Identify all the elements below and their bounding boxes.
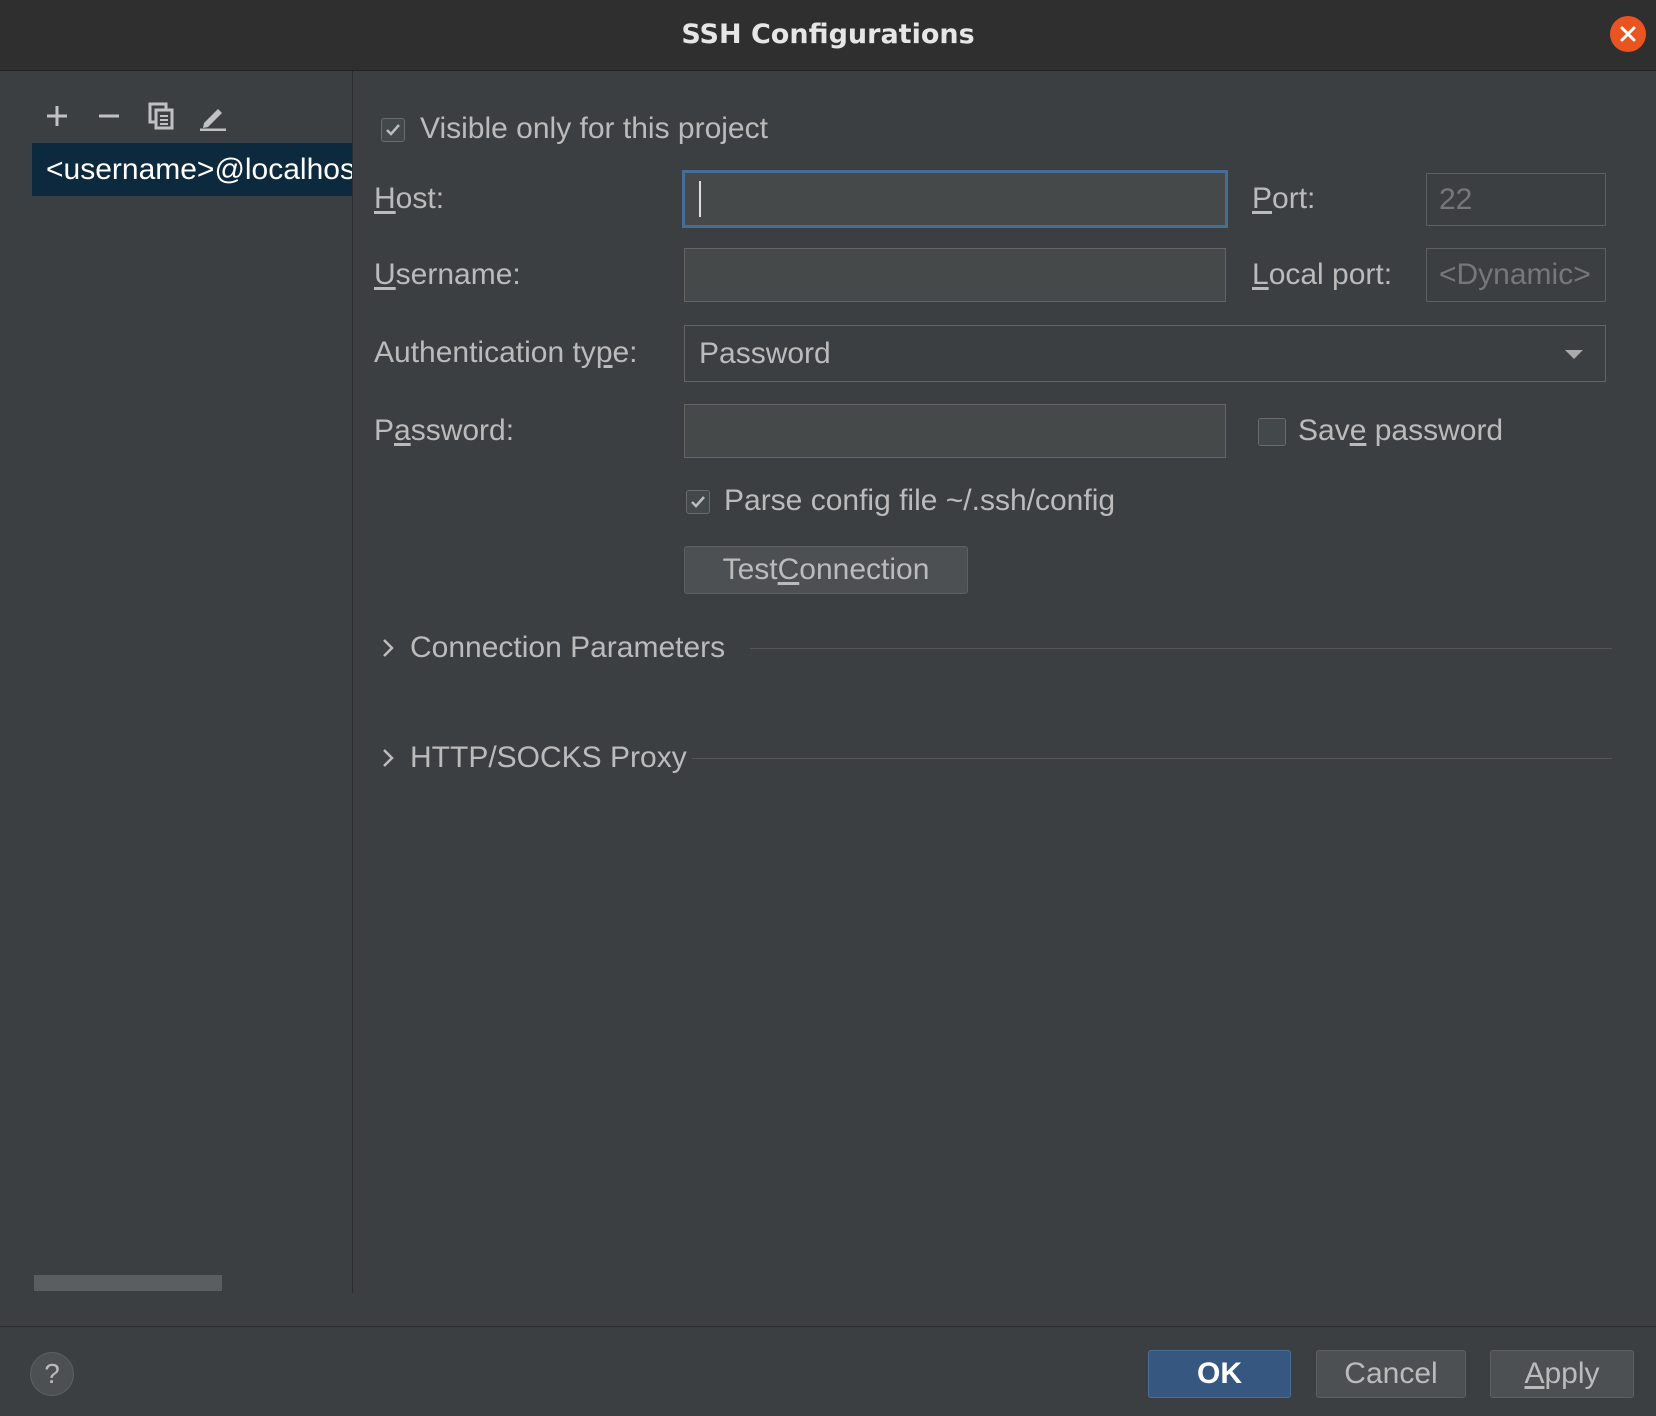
copy-button[interactable] <box>146 101 176 131</box>
test-connection-button[interactable]: Test Connection <box>684 546 968 594</box>
proxy-section[interactable]: HTTP/SOCKS Proxy <box>380 740 687 776</box>
chevron-right-icon <box>383 749 394 767</box>
password-label: Password: <box>374 414 515 447</box>
port-label: Port: <box>1252 182 1316 215</box>
auth-type-label: Authentication type: <box>374 336 638 369</box>
title-bar: SSH Configurations <box>0 0 1656 71</box>
chevron-down-icon <box>1565 350 1583 359</box>
add-button[interactable] <box>42 101 72 131</box>
list-item-label: <username>@localhost <box>46 153 352 186</box>
minus-icon <box>99 114 119 118</box>
visible-only-checkbox[interactable] <box>381 118 405 142</box>
configurations-panel: <username>@localhost <box>0 71 353 1293</box>
auth-type-value: Password <box>699 336 831 370</box>
list-item[interactable]: <username>@localhost <box>32 143 352 196</box>
close-button[interactable] <box>1610 16 1646 52</box>
remove-button[interactable] <box>94 101 124 131</box>
local-port-input[interactable]: <Dynamic> <box>1426 248 1606 302</box>
apply-button[interactable]: Apply <box>1490 1350 1634 1398</box>
help-icon: ? <box>44 1358 60 1389</box>
help-button[interactable]: ? <box>30 1352 74 1396</box>
local-port-label: Local port: <box>1252 258 1393 291</box>
save-password-label: Save password <box>1298 414 1504 447</box>
visible-only-label: Visible only for this project <box>420 112 768 145</box>
configurations-toolbar <box>42 101 228 131</box>
parse-config-checkbox[interactable] <box>686 490 710 514</box>
chevron-right-icon <box>383 639 394 657</box>
section-divider <box>692 758 1612 759</box>
connection-parameters-title: Connection Parameters <box>410 631 726 664</box>
pencil-icon <box>200 109 226 131</box>
proxy-title: HTTP/SOCKS Proxy <box>410 741 687 774</box>
username-label: Username: <box>374 258 521 291</box>
configurations-list: <username>@localhost <box>32 143 352 196</box>
port-placeholder: 22 <box>1439 182 1473 216</box>
parse-config-label: Parse config file ~/.ssh/config <box>724 484 1116 517</box>
dialog-title: SSH Configurations <box>681 19 975 50</box>
local-port-placeholder: <Dynamic> <box>1439 258 1591 291</box>
checkmark-icon <box>386 124 400 136</box>
text-caret <box>699 181 701 217</box>
horizontal-scrollbar[interactable] <box>34 1275 222 1291</box>
connection-parameters-section[interactable]: Connection Parameters <box>380 630 725 666</box>
checkmark-icon <box>691 496 705 508</box>
username-input[interactable] <box>684 248 1226 302</box>
footer-divider <box>0 1326 1656 1327</box>
host-input[interactable] <box>682 170 1228 228</box>
save-password-checkbox[interactable] <box>1258 418 1286 446</box>
edit-button[interactable] <box>198 101 228 131</box>
ssh-configurations-dialog: SSH Configurations <username>@localhost … <box>0 0 1656 1416</box>
ok-button[interactable]: OK <box>1148 1350 1291 1398</box>
port-input[interactable]: 22 <box>1426 173 1606 226</box>
close-icon <box>1620 26 1636 42</box>
plus-icon <box>47 106 67 126</box>
section-divider <box>750 648 1612 649</box>
auth-type-select[interactable]: Password <box>684 325 1606 382</box>
cancel-button[interactable]: Cancel <box>1316 1350 1466 1398</box>
password-input[interactable] <box>684 404 1226 458</box>
copy-icon <box>148 102 174 130</box>
host-label: Host: <box>374 182 445 215</box>
